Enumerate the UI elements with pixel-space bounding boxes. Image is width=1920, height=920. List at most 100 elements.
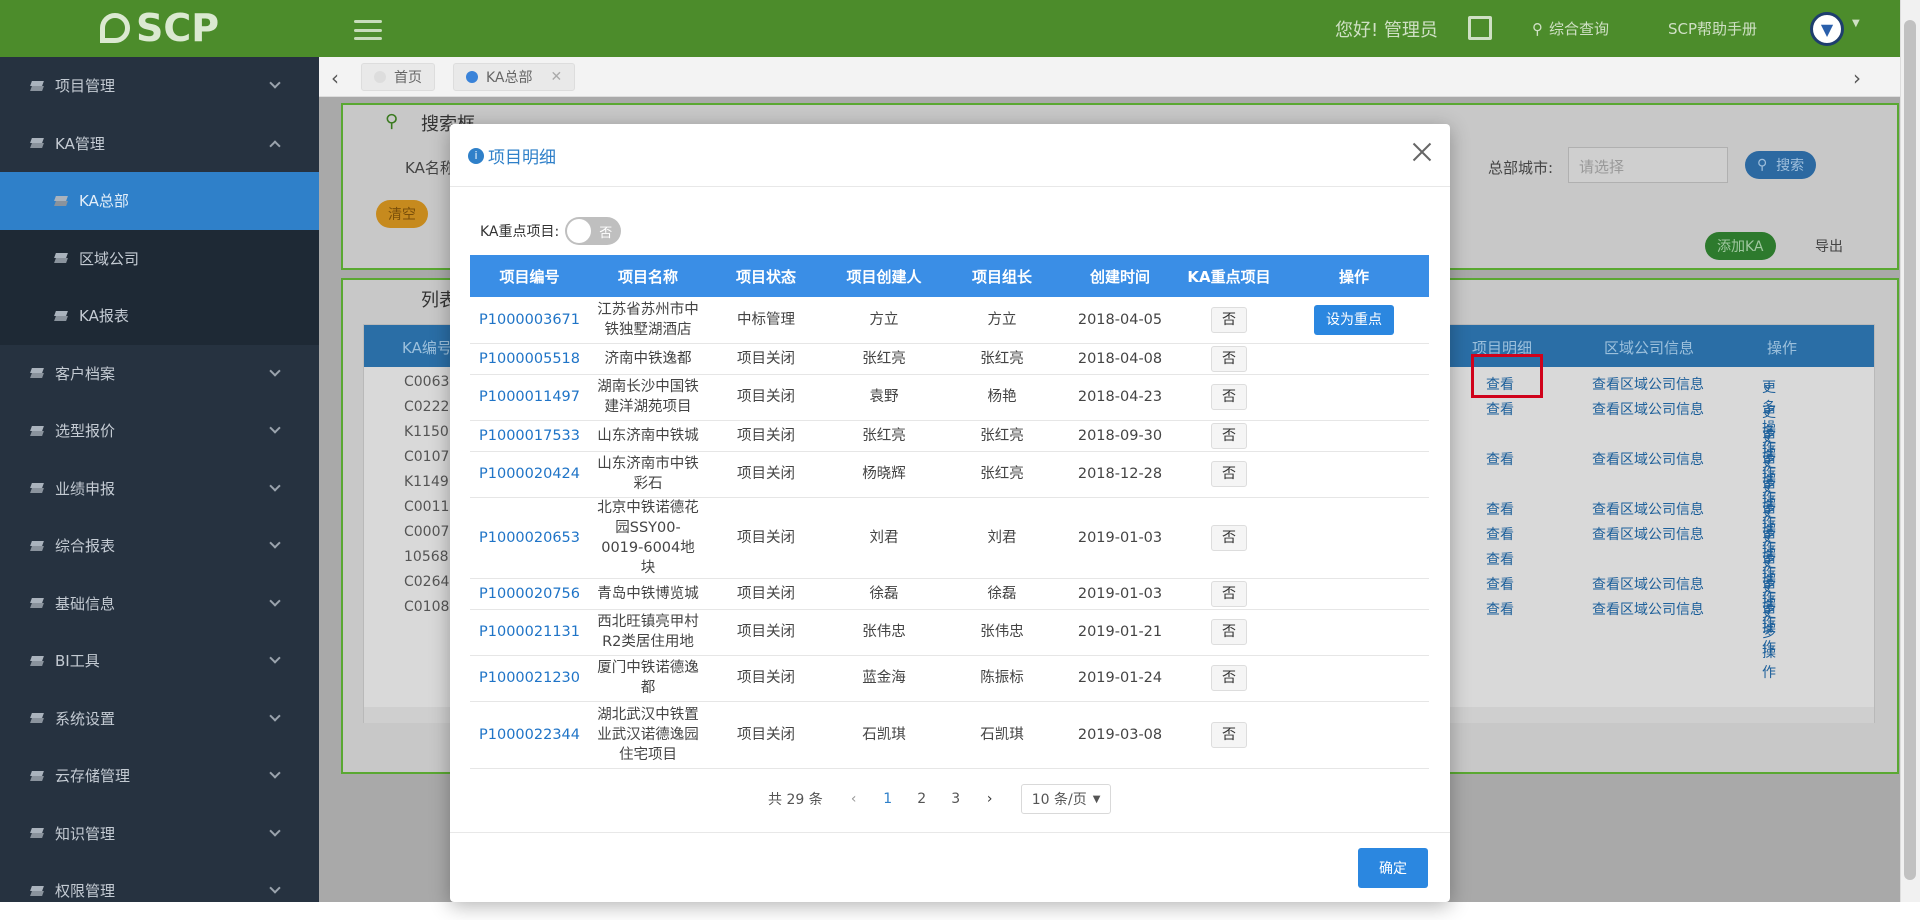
key-project-button[interactable]: 否 (1211, 384, 1247, 410)
caret-down-icon[interactable]: ▼ (1852, 18, 1860, 29)
view-link[interactable]: 查看 (1486, 549, 1514, 569)
search-icon: ⚲ (385, 111, 399, 132)
action-cell (1279, 451, 1429, 498)
key-project-switch[interactable]: 否 (565, 217, 622, 245)
view-link[interactable]: 查看 (1486, 599, 1514, 619)
export-button[interactable]: 导出 (1803, 232, 1855, 260)
project-code-link[interactable]: P1000020424 (470, 451, 589, 498)
project-code-link[interactable]: P1000020653 (470, 497, 589, 579)
sidebar-item[interactable]: KA总部 (0, 172, 319, 230)
sidebar-item[interactable]: 云存储管理 (0, 747, 319, 805)
help-manual-link[interactable]: SCP帮助手册 (1668, 0, 1757, 57)
tab-home[interactable]: 首页 (361, 63, 435, 91)
view-region-link[interactable]: 查看区域公司信息 (1592, 374, 1704, 394)
switch-text: 否 (599, 226, 613, 241)
clear-button[interactable]: 清空 (376, 200, 428, 228)
view-region-link[interactable]: 查看区域公司信息 (1592, 574, 1704, 594)
close-icon[interactable] (1412, 142, 1432, 162)
view-link[interactable]: 查看 (1486, 399, 1514, 419)
search-button[interactable]: ⚲ 搜索 (1745, 151, 1817, 179)
page-3[interactable]: 3 (939, 791, 973, 807)
sidebar-item[interactable]: KA管理 (0, 115, 319, 173)
project-code-link[interactable]: P1000003671 (470, 297, 589, 344)
tabs-left-arrow-icon[interactable]: ‹ (331, 66, 339, 90)
ka-code: C0222 (404, 399, 450, 415)
sidebar-item[interactable]: 权限管理 (0, 862, 319, 920)
tabs-bar: ‹ 首页 KA总部 ✕ › (319, 57, 1900, 97)
key-project-button[interactable]: 否 (1211, 721, 1247, 748)
modal-title: i 项目明细 (468, 143, 556, 168)
chevron-down-icon (269, 537, 281, 549)
project-creator: 方立 (825, 297, 943, 344)
project-code-link[interactable]: P1000011497 (470, 374, 589, 421)
project-code-link[interactable]: P1000022344 (470, 701, 589, 769)
tab-close-icon[interactable]: ✕ (551, 69, 563, 85)
add-ka-button[interactable]: 添加KA (1705, 232, 1776, 260)
key-project-button[interactable]: 否 (1211, 580, 1247, 607)
project-code-link[interactable]: P1000021131 (470, 609, 589, 656)
page-2[interactable]: 2 (905, 791, 939, 807)
sidebar-item[interactable]: 选型报价 (0, 402, 319, 460)
user-avatar[interactable]: ▼ (1810, 12, 1844, 46)
project-code-link[interactable]: P1000005518 (470, 343, 589, 375)
sidebar-item-label: 知识管理 (55, 824, 116, 843)
view-link[interactable]: 查看 (1486, 499, 1514, 519)
project-status: 项目关闭 (707, 578, 825, 610)
view-region-link[interactable]: 查看区域公司信息 (1592, 599, 1704, 619)
table-row: P1000011497 湖南长沙中国铁建洋湖苑项目 项目关闭 袁野 杨艳 2018-04-… (470, 374, 1429, 421)
view-link[interactable]: 查看 (1486, 449, 1514, 469)
page-scrollbar[interactable] (1900, 0, 1920, 902)
project-code-link[interactable]: P1000021230 (470, 655, 589, 702)
sidebar-item[interactable]: 客户档案 (0, 345, 319, 403)
sidebar-item[interactable]: 业绩申报 (0, 460, 319, 518)
key-project-button[interactable]: 否 (1211, 422, 1247, 449)
key-project-button[interactable]: 否 (1211, 524, 1247, 551)
created-date: 2019-01-21 (1061, 609, 1179, 656)
global-search-link[interactable]: ⚲ 综合查询 (1532, 0, 1609, 57)
project-code-link[interactable]: P1000017533 (470, 420, 589, 452)
ka-code: K1150 (404, 424, 449, 440)
confirm-button[interactable]: 确定 (1358, 848, 1428, 888)
key-project-button[interactable]: 否 (1211, 665, 1247, 691)
view-region-link[interactable]: 查看区域公司信息 (1592, 524, 1704, 544)
sidebar-item[interactable]: 区域公司 (0, 229, 319, 287)
key-project-button[interactable]: 否 (1211, 461, 1247, 487)
set-key-button[interactable]: 设为重点 (1314, 304, 1394, 335)
project-leader: 徐磊 (943, 578, 1061, 610)
prev-page-icon[interactable]: ‹ (837, 791, 871, 807)
sidebar-item[interactable]: 基础信息 (0, 575, 319, 633)
sidebar-item[interactable]: KA报表 (0, 287, 319, 345)
action-cell (1279, 578, 1429, 610)
key-project-button[interactable]: 否 (1211, 306, 1247, 333)
sidebar-item[interactable]: 系统设置 (0, 690, 319, 748)
sidebar-item[interactable]: 项目管理 (0, 57, 319, 115)
scrollbar-thumb[interactable] (1904, 20, 1916, 880)
fullscreen-icon[interactable] (1468, 16, 1492, 40)
project-code-link[interactable]: P1000020756 (470, 578, 589, 610)
table-row: P1000020424 山东济南市中铁彩石 项目关闭 杨晓辉 张红亮 2018-12-28… (470, 451, 1429, 498)
view-link[interactable]: 查看 (1486, 574, 1514, 594)
city-select[interactable]: 请选择 (1568, 147, 1728, 183)
tab-ka-hq[interactable]: KA总部 ✕ (453, 63, 576, 91)
page-1[interactable]: 1 (871, 791, 905, 807)
sidebar-item[interactable]: 综合报表 (0, 517, 319, 575)
view-region-link[interactable]: 查看区域公司信息 (1592, 449, 1704, 469)
next-page-icon[interactable]: › (973, 791, 1007, 807)
key-project-filter: KA重点项目: 否 (480, 217, 622, 245)
column-header: KA重点项目 (1179, 255, 1279, 297)
view-region-link[interactable]: 查看区域公司信息 (1592, 399, 1704, 419)
action-cell (1279, 655, 1429, 702)
sidebar-item[interactable]: BI工具 (0, 632, 319, 690)
sidebar-item[interactable]: 知识管理 (0, 805, 319, 863)
page-size-select[interactable]: 10 条/页 ▼ (1020, 784, 1112, 814)
key-project-button[interactable]: 否 (1211, 619, 1247, 645)
key-project-button[interactable]: 否 (1211, 345, 1247, 372)
tabs-right-arrow-icon[interactable]: › (1853, 66, 1861, 90)
key-project-cell: 否 (1179, 655, 1279, 702)
greeting[interactable]: 您好! 管理员 (1335, 0, 1438, 57)
app-logo[interactable]: SCP (100, 6, 220, 50)
view-link[interactable]: 查看 (1486, 524, 1514, 544)
view-region-link[interactable]: 查看区域公司信息 (1592, 499, 1704, 519)
menu-toggle-icon[interactable] (354, 20, 382, 40)
sidebar-item-label: 基础信息 (55, 594, 116, 613)
